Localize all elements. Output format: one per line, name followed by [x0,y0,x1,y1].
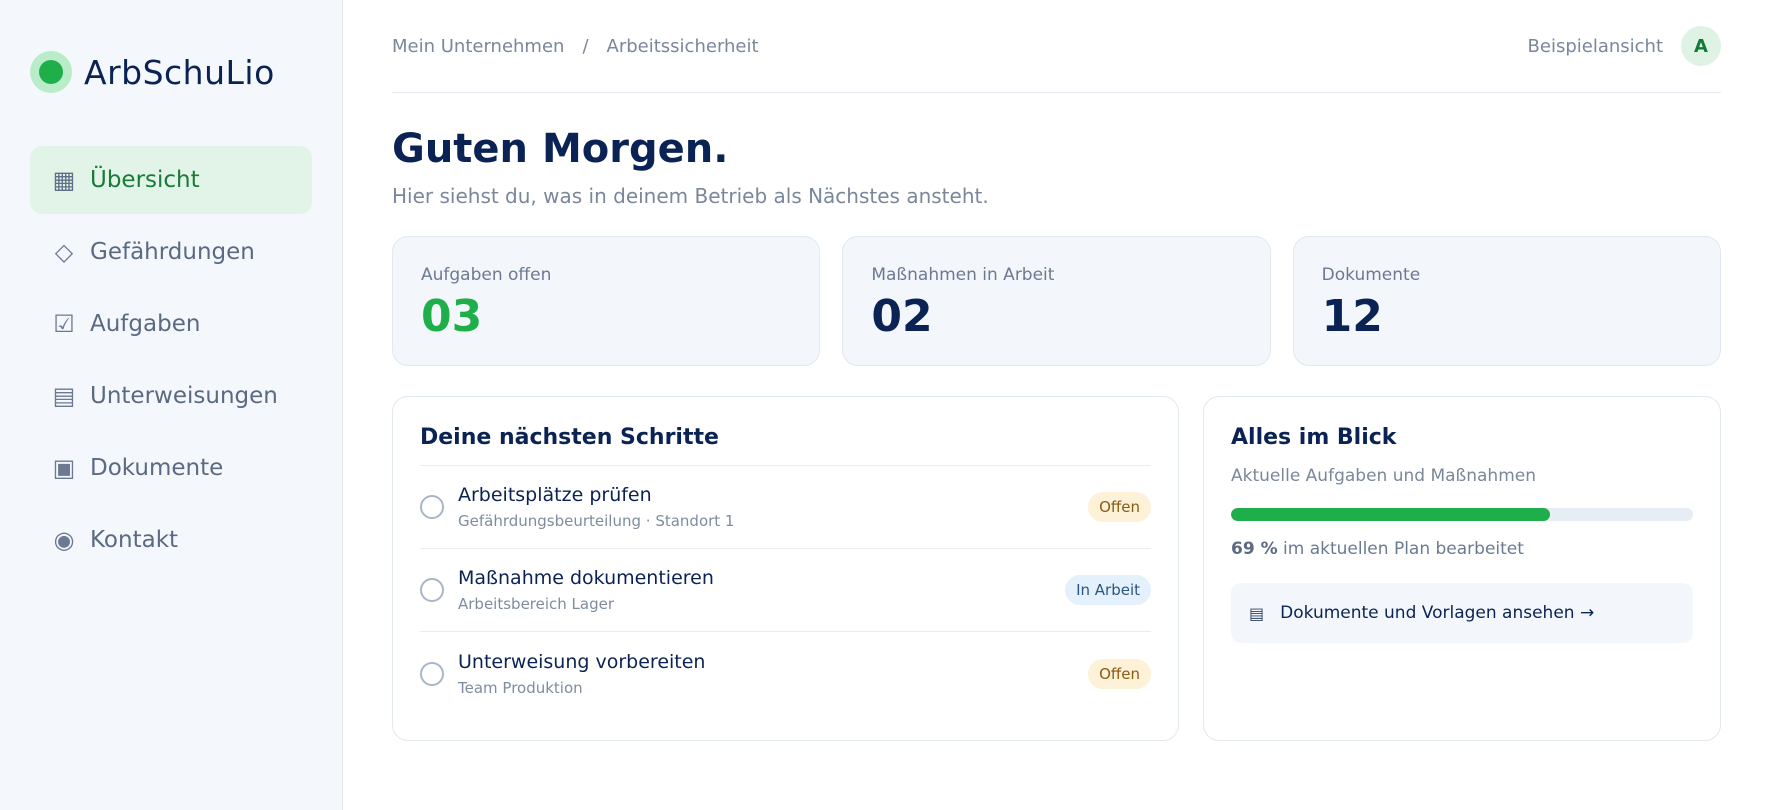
overview-card: Alles im Blick Aktuelle Aufgaben und Maß… [1203,396,1721,741]
contact-icon: ◉ [53,526,75,554]
diamond-icon: ◇ [54,238,74,266]
stat-value: 12 [1321,291,1383,342]
documents-link[interactable]: ▤ Dokumente und Vorlagen ansehen → [1231,583,1693,643]
stat-card-documents: Dokumente 12 [1292,236,1721,366]
topbar-right: Beispielansicht A [1528,26,1721,66]
progress-value: 69 % [1231,539,1278,559]
progress-bar [1231,508,1693,521]
list-item[interactable]: Maßnahme dokumentieren Arbeitsbereich La… [420,549,1151,632]
stat-label: Aufgaben offen [421,265,552,285]
stat-value: 03 [421,291,483,342]
view-label: Beispielansicht [1527,35,1663,57]
next-steps-card: Deine nächsten Schritte Arbeitsplätze pr… [392,396,1179,741]
sidebar-item-label: Dokumente [90,455,224,481]
main-content: Mein Unternehmen / Arbeitssicherheit Bei… [343,0,1770,810]
document-icon: ▤ [1249,603,1265,623]
brand-logo-icon [30,51,72,93]
sidebar-item-label: Gefährdungen [90,239,255,265]
status-badge: Offen [1088,658,1151,689]
brand-name: ArbSchuLio [84,52,275,92]
content-row: Deine nächsten Schritte Arbeitsplätze pr… [392,396,1721,741]
step-checkbox[interactable] [420,495,444,519]
progress-caption: im aktuellen Plan bearbeitet [1277,539,1524,559]
sidebar-item-dokumente[interactable]: ▣ Dokumente [30,434,312,502]
breadcrumb-company[interactable]: Mein Unternehmen [392,36,564,57]
progress-text: 69 % im aktuellen Plan bearbeitet [1231,539,1693,559]
sidebar-nav: ▦ Übersicht ◇ Gefährdungen ☑ Aufgaben ▤ … [30,146,312,574]
sidebar-item-kontakt[interactable]: ◉ Kontakt [30,506,312,574]
breadcrumb: Mein Unternehmen / Arbeitssicherheit [392,36,759,57]
sidebar: ArbSchuLio ▦ Übersicht ◇ Gefährdungen ☑ … [0,0,343,810]
overview-title: Alles im Blick [1231,425,1397,450]
page-subtitle: Hier siehst du, was in deinem Betrieb al… [392,184,989,208]
list-item[interactable]: Arbeitsplätze prüfen Gefährdungsbeurteil… [420,466,1151,549]
status-badge: In Arbeit [1065,575,1151,605]
document-icon: ▣ [52,454,76,482]
sidebar-item-uebersicht[interactable]: ▦ Übersicht [30,146,312,214]
breadcrumb-current: Arbeitssicherheit [606,35,759,57]
sidebar-item-unterweisungen[interactable]: ▤ Unterweisungen [30,362,312,430]
sidebar-item-label: Aufgaben [90,311,201,337]
stat-card-measures: Maßnahmen in Arbeit 02 [842,236,1271,366]
stat-label: Maßnahmen in Arbeit [871,265,1055,285]
sidebar-item-gefaehrdungen[interactable]: ◇ Gefährdungen [30,218,312,286]
step-title: Unterweisung vorbereiten [458,650,706,673]
grid-icon: ▦ [52,166,76,194]
documents-link-label: Dokumente und Vorlagen ansehen → [1280,603,1595,623]
stat-value: 02 [871,291,933,342]
sidebar-item-label: Kontakt [90,527,179,553]
sidebar-item-label: Unterweisungen [90,383,278,409]
step-checkbox[interactable] [420,661,444,686]
avatar[interactable]: A [1681,26,1721,66]
step-checkbox[interactable] [420,578,444,602]
stat-card-tasks-open: Aufgaben offen 03 [392,236,821,366]
progress-fill [1231,508,1550,521]
breadcrumb-separator: / [582,35,589,57]
topbar: Mein Unternehmen / Arbeitssicherheit Bei… [392,0,1721,93]
list-item[interactable]: Unterweisung vorbereiten Team Produktion… [420,632,1151,715]
step-meta: Gefährdungsbeurteilung · Standort 1 [458,512,735,530]
step-meta: Team Produktion [458,678,583,697]
step-title: Arbeitsplätze prüfen [458,484,652,506]
step-text: Unterweisung vorbereiten Team Produktion [458,651,1088,697]
sidebar-item-aufgaben[interactable]: ☑ Aufgaben [30,290,312,358]
brand[interactable]: ArbSchuLio [30,37,312,107]
stat-label: Dokumente [1321,265,1421,285]
stats-row: Aufgaben offen 03 Maßnahmen in Arbeit 02… [392,236,1721,366]
status-badge: Offen [1088,492,1151,522]
step-meta: Arbeitsbereich Lager [458,595,615,613]
step-title: Maßnahme dokumentieren [458,567,714,589]
step-text: Arbeitsplätze prüfen Gefährdungsbeurteil… [458,484,1088,530]
page-title: Guten Morgen. [392,126,729,172]
steps-list: Arbeitsplätze prüfen Gefährdungsbeurteil… [420,465,1151,715]
sidebar-item-label: Übersicht [90,167,200,193]
step-text: Maßnahme dokumentieren Arbeitsbereich La… [458,567,1065,613]
next-steps-title: Deine nächsten Schritte [420,425,719,450]
checkbox-icon: ☑ [53,310,75,338]
overview-subtitle: Aktuelle Aufgaben und Maßnahmen [1231,466,1537,486]
list-icon: ▤ [52,382,76,410]
